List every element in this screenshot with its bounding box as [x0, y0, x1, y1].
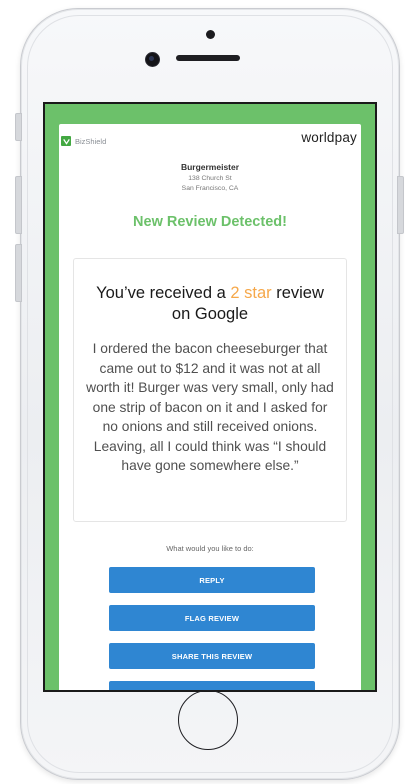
star-rating: 2 star	[230, 284, 272, 302]
mute-switch	[15, 113, 22, 141]
proximity-sensor	[206, 30, 215, 39]
power-button	[397, 176, 404, 234]
volume-up-button	[15, 176, 22, 234]
brand-label: BizShield	[75, 136, 107, 146]
flag-review-button[interactable]: FLAG REVIEW	[109, 605, 315, 631]
bizshield-brand: BizShield	[61, 136, 106, 146]
review-text: I ordered the bacon cheeseburger that ca…	[86, 341, 334, 473]
reply-button[interactable]: REPLY	[109, 567, 315, 593]
check-mark-icon	[62, 138, 70, 145]
email-header: BizShield worldpay	[59, 124, 361, 150]
earpiece-speaker	[176, 55, 240, 61]
review-title: You’ve received a 2 star review on Googl…	[74, 283, 346, 325]
review-card: You’ve received a 2 star review on Googl…	[73, 258, 347, 522]
merchant-address-line2: San Francisco, CA	[181, 185, 239, 192]
action-prompt: What would you like to do:	[166, 544, 254, 553]
page-title: New Review Detected!	[133, 214, 287, 230]
merchant-info: Burgermeister 138 Church St San Francisc…	[59, 162, 361, 192]
front-camera-icon	[145, 52, 160, 67]
worldpay-logo: worldpay	[301, 130, 357, 145]
merchant-name: Burgermeister	[180, 162, 240, 172]
share-review-button[interactable]: SHARE THIS REVIEW	[109, 643, 315, 669]
merchant-address-line1: 138 Church St	[188, 175, 232, 182]
shield-check-icon	[61, 136, 71, 146]
email-body: BizShield worldpay Burgermeister 138 Chu…	[59, 124, 361, 690]
review-title-prefix: You’ve received a	[96, 284, 231, 302]
home-button[interactable]	[178, 690, 238, 750]
volume-down-button	[15, 244, 22, 302]
phone-screen: BizShield worldpay Burgermeister 138 Chu…	[43, 102, 377, 692]
